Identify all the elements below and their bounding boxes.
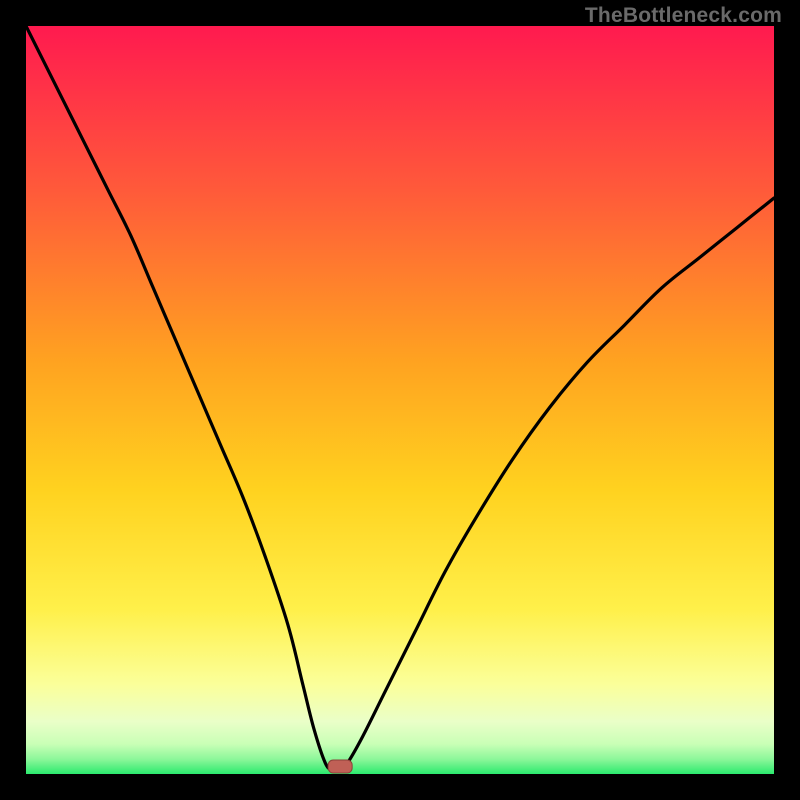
chart-svg: [26, 26, 774, 774]
chart-frame: TheBottleneck.com: [0, 0, 800, 800]
optimal-marker: [328, 760, 352, 773]
watermark-text: TheBottleneck.com: [585, 4, 782, 28]
chart-plot-area: [26, 26, 774, 774]
